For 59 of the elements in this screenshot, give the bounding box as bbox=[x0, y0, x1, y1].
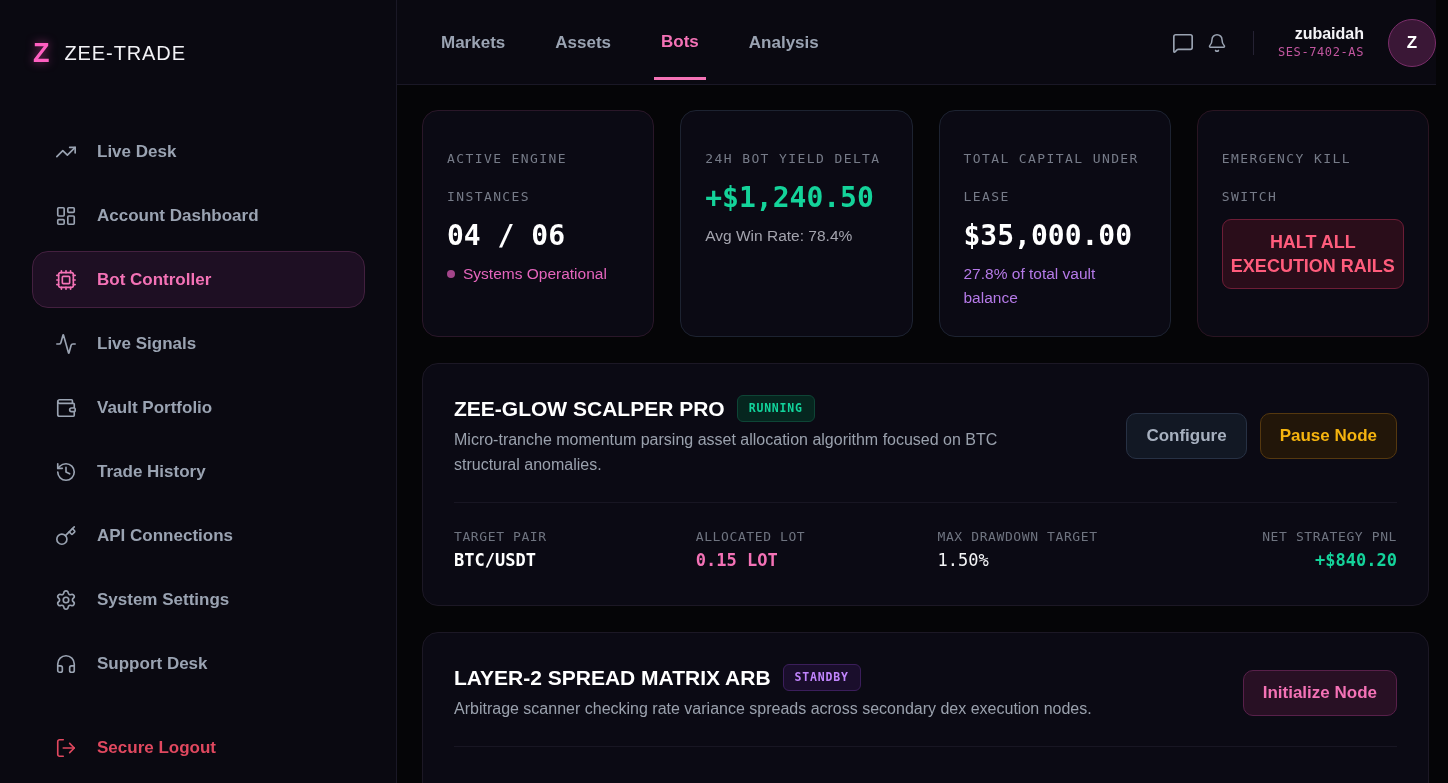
stat-value: $35,000.00 bbox=[963, 218, 1134, 254]
bot-description: Arbitrage scanner checking rate variance spreads across secondary dex execution nodes. bbox=[454, 699, 1093, 719]
sidebar-item[interactable]: Trade History bbox=[32, 443, 365, 500]
nav-tab[interactable]: Assets bbox=[548, 6, 619, 80]
metric-value: BTC/USDT bbox=[454, 549, 536, 572]
sidebar-item[interactable]: Live Signals bbox=[32, 315, 365, 372]
bot-title: LAYER-2 SPREAD MATRIX ARB bbox=[454, 664, 771, 691]
status-badge: RUNNING bbox=[736, 395, 815, 422]
status-dot-icon bbox=[447, 270, 455, 278]
stat-note: Avg Win Rate: 78.4% bbox=[705, 226, 854, 246]
sidebar-item[interactable]: Support Desk bbox=[32, 635, 365, 692]
sidebar-item[interactable]: Live Desk bbox=[32, 123, 365, 180]
session-id: SES-7402-AS bbox=[1277, 44, 1364, 61]
brand-name: ZEE-TRADE bbox=[64, 41, 186, 66]
wallet-icon bbox=[55, 396, 77, 419]
status-badge: STANDBY bbox=[782, 664, 861, 691]
metric-value: +$840.20 bbox=[1315, 549, 1397, 572]
metric-value: 0.15 LOT bbox=[695, 549, 778, 572]
metric-label: NET STRATEGY PNL bbox=[1262, 528, 1397, 546]
sidebar-item[interactable]: Account Dashboard bbox=[32, 187, 365, 244]
chip-icon bbox=[55, 268, 77, 291]
initialize-button[interactable]: Initialize Node bbox=[1242, 669, 1397, 716]
sidebar-item[interactable]: Vault Portfolio bbox=[32, 379, 365, 436]
bot-title: ZEE-GLOW SCALPER PRO bbox=[454, 395, 725, 422]
bot-description: Micro-tranche momentum parsing asset allocation algorithm focused on BTC structural anomalies. bbox=[454, 430, 999, 475]
stat-note: Systems Operational bbox=[463, 264, 607, 284]
metric-label: TARGET PAIR bbox=[454, 528, 547, 546]
metric-label: ALLOCATED LOT bbox=[695, 528, 806, 546]
nav-tab[interactable]: Bots bbox=[654, 6, 706, 80]
stat-label: TOTAL CAPITAL UNDER LEASE bbox=[963, 150, 1140, 206]
stat-label: ACTIVE ENGINE INSTANCES bbox=[447, 150, 568, 206]
sidebar-item[interactable]: API Connections bbox=[32, 507, 365, 564]
nav-tab[interactable]: Analysis bbox=[741, 6, 826, 80]
metric-label: MAX DRAWDOWN TARGET bbox=[937, 528, 1098, 546]
nav-tab[interactable]: Markets bbox=[434, 6, 513, 80]
headphones-icon bbox=[55, 652, 77, 675]
stat-note: 27.8% of total vault balance bbox=[963, 264, 1097, 308]
pause-button[interactable]: Pause Node bbox=[1259, 413, 1397, 459]
logout-button[interactable]: Secure Logout bbox=[32, 719, 365, 776]
halt-button[interactable]: HALT ALL EXECUTION RAILS bbox=[1221, 219, 1404, 289]
sidebar-item[interactable]: System Settings bbox=[32, 571, 365, 628]
pulse-icon bbox=[55, 332, 77, 355]
bell-icon[interactable] bbox=[1206, 32, 1227, 53]
stat-value: +$1,240.50 bbox=[705, 180, 875, 216]
logo-mark: Z bbox=[33, 37, 50, 70]
stat-label: 24H BOT YIELD DELTA bbox=[705, 150, 882, 168]
history-icon bbox=[55, 460, 77, 483]
metric-value: 1.50% bbox=[937, 549, 989, 572]
settings-icon bbox=[55, 588, 77, 611]
stat-label: EMERGENCY KILL SWITCH bbox=[1221, 150, 1352, 206]
avatar[interactable]: Z bbox=[1388, 18, 1436, 67]
user-name: zubaidah bbox=[1294, 24, 1364, 44]
dashboard-icon bbox=[55, 204, 77, 227]
logout-icon bbox=[55, 736, 77, 759]
stat-value: 04 / 06 bbox=[447, 218, 566, 254]
configure-button[interactable]: Configure bbox=[1126, 413, 1247, 459]
sidebar-item[interactable]: Bot Controller bbox=[32, 251, 365, 308]
message-icon[interactable] bbox=[1171, 31, 1194, 54]
key-icon bbox=[55, 524, 77, 547]
